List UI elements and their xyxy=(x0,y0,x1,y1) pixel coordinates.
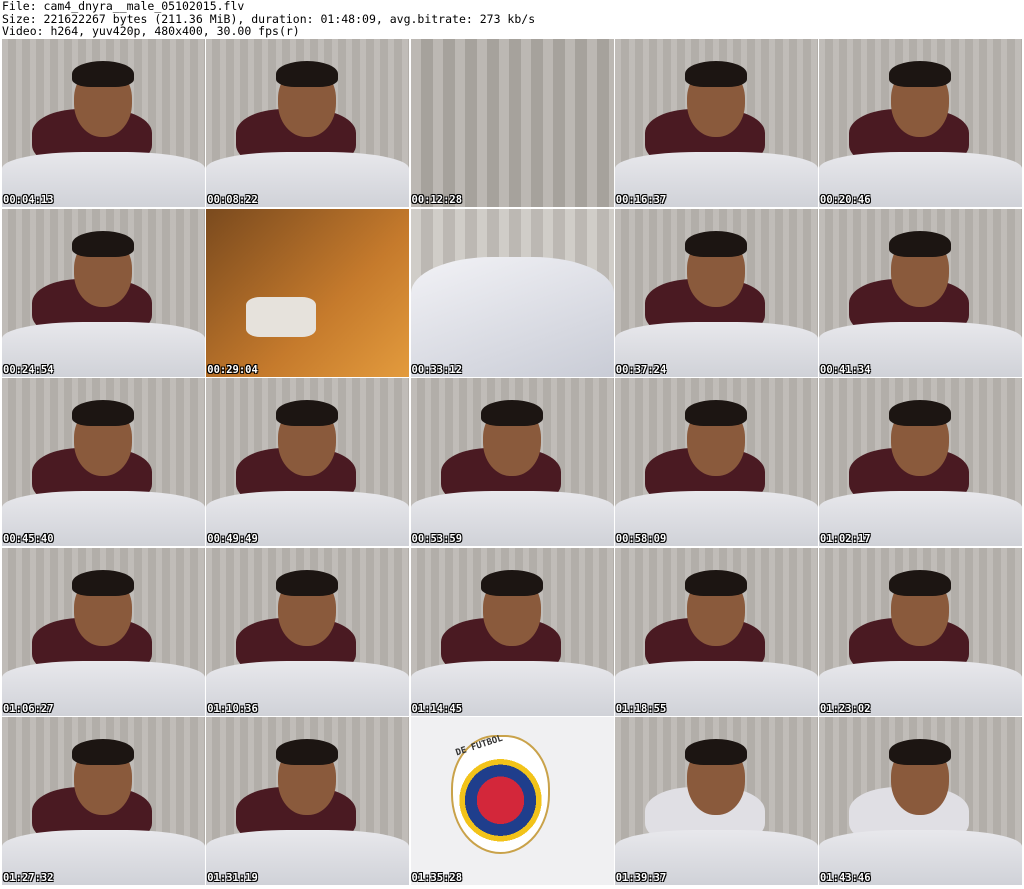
person-hair xyxy=(276,739,339,765)
person-hair xyxy=(276,61,339,87)
thumbnail-frame[interactable]: 00:12:28 xyxy=(410,39,614,207)
person-hair xyxy=(889,400,951,426)
thumbnail-frame[interactable]: 01:43:46 xyxy=(819,717,1022,885)
thumbnail-frame[interactable]: 00:08:22 xyxy=(206,39,410,207)
person-hair xyxy=(276,400,339,426)
thumbnail-frame[interactable]: DE FUTBOL 01:35:28 xyxy=(410,717,614,885)
timestamp-label: 01:39:37 xyxy=(615,872,667,884)
person-hair xyxy=(684,61,747,87)
timestamp-label: 01:23:02 xyxy=(820,702,871,715)
thumbnail-frame[interactable]: 00:53:59 xyxy=(410,378,614,546)
timestamp-label: 00:41:34 xyxy=(820,363,871,376)
thumbnail-frame[interactable]: 00:04:13 xyxy=(2,39,205,207)
person-hair xyxy=(684,230,747,257)
thumbnail-frame[interactable]: 01:14:45 xyxy=(410,547,614,716)
person-hair xyxy=(889,739,951,765)
timestamp-label: 00:12:28 xyxy=(411,194,463,206)
timestamp-label: 00:16:37 xyxy=(615,194,667,206)
person-hair xyxy=(889,230,951,257)
timestamp-label: 01:14:45 xyxy=(411,702,463,715)
timestamp-label: 00:58:09 xyxy=(615,533,667,545)
thumbnail-frame[interactable]: 01:27:32 xyxy=(2,717,205,885)
timestamp-label: 00:24:54 xyxy=(3,363,54,376)
thumbnail-frame[interactable]: 00:20:46 xyxy=(819,39,1022,207)
timestamp-label: 01:18:55 xyxy=(615,702,667,715)
person-hair xyxy=(684,739,747,765)
thumbnail-grid: 00:04:13 00:08:22 00:12:28 00:16:37 00:2… xyxy=(2,39,1022,889)
thumbnail-frame[interactable]: 00:16:37 xyxy=(614,39,818,207)
thumbnail-frame[interactable]: 01:10:36 xyxy=(206,547,410,716)
background xyxy=(410,39,614,207)
person-hair xyxy=(480,400,543,426)
person-hair xyxy=(72,739,134,765)
timestamp-label: 01:06:27 xyxy=(3,702,54,715)
timestamp-label: 00:45:40 xyxy=(3,533,54,545)
timestamp-label: 00:08:22 xyxy=(207,194,258,206)
timestamp-label: 00:49:49 xyxy=(207,533,258,545)
person-hair xyxy=(72,400,134,426)
thumbnail-frame[interactable]: 01:39:37 xyxy=(614,717,818,885)
person-hair xyxy=(684,569,747,596)
thumbnail-frame[interactable]: 01:18:55 xyxy=(614,547,818,716)
timestamp-label: 01:02:17 xyxy=(820,533,871,545)
person-hair xyxy=(72,230,134,257)
shirt xyxy=(410,256,614,377)
thumbnail-frame[interactable]: 00:41:34 xyxy=(819,208,1022,377)
thumbnail-frame[interactable]: 01:06:27 xyxy=(2,547,205,716)
person-hair xyxy=(889,61,951,87)
person-hair xyxy=(684,400,747,426)
timestamp-label: 00:33:12 xyxy=(411,363,463,376)
thumbnail-frame[interactable]: 00:29:04 xyxy=(206,208,410,377)
thumbnail-frame[interactable]: 00:45:40 xyxy=(2,378,205,546)
thumbnail-frame[interactable]: 00:33:12 xyxy=(410,208,614,377)
timestamp-label: 00:20:46 xyxy=(820,194,871,206)
video-info-line: Video: h264, yuv420p, 480x400, 30.00 fps… xyxy=(2,24,300,39)
timestamp-label: 00:37:24 xyxy=(615,363,667,376)
thumbnail-frame[interactable]: 00:37:24 xyxy=(614,208,818,377)
timestamp-label: 01:31:19 xyxy=(207,872,258,884)
thumbnail-frame[interactable]: 01:23:02 xyxy=(819,547,1022,716)
timestamp-label: 00:53:59 xyxy=(411,533,463,545)
timestamp-label: 00:04:13 xyxy=(3,194,54,206)
thumbnail-frame[interactable]: 01:02:17 xyxy=(819,378,1022,546)
person-hair xyxy=(276,569,339,596)
thumbnail-frame[interactable]: 00:24:54 xyxy=(2,208,205,377)
person-hair xyxy=(480,569,543,596)
thumbnail-frame[interactable]: 01:31:19 xyxy=(206,717,410,885)
thumbnail-frame[interactable]: 00:49:49 xyxy=(206,378,410,546)
shirt xyxy=(246,296,317,337)
timestamp-label: 01:35:28 xyxy=(411,872,463,884)
file-info-header: File: cam4_dnyra__male_05102015.flv Size… xyxy=(0,0,1024,38)
thumbnail-frame[interactable]: 00:58:09 xyxy=(614,378,818,546)
file-name-line: File: cam4_dnyra__male_05102015.flv xyxy=(2,0,245,13)
person-hair xyxy=(889,569,951,596)
timestamp-label: 01:10:36 xyxy=(207,702,258,715)
person-hair xyxy=(72,569,134,596)
timestamp-label: 01:43:46 xyxy=(820,872,871,884)
timestamp-label: 00:29:04 xyxy=(207,363,258,376)
timestamp-label: 01:27:32 xyxy=(3,872,54,884)
person-hair xyxy=(72,61,134,87)
